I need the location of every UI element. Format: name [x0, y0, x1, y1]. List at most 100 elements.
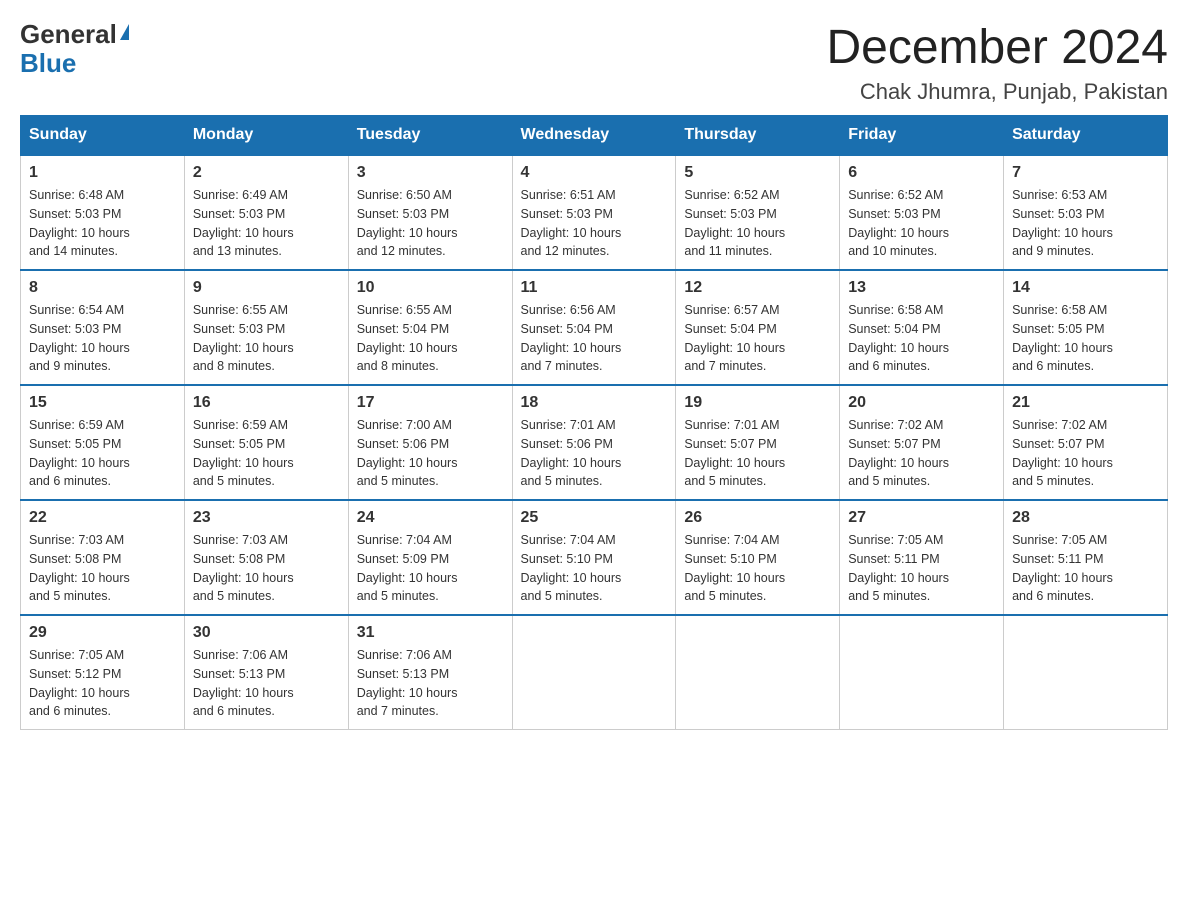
weekday-header-wednesday: Wednesday [512, 116, 676, 156]
day-info: Sunrise: 7:03 AMSunset: 5:08 PMDaylight:… [29, 531, 176, 606]
calendar-day-28: 28 Sunrise: 7:05 AMSunset: 5:11 PMDayligh… [1004, 500, 1168, 615]
calendar-day-6: 6 Sunrise: 6:52 AMSunset: 5:03 PMDaylight… [840, 155, 1004, 270]
day-number: 11 [521, 279, 668, 297]
day-info: Sunrise: 7:05 AMSunset: 5:11 PMDaylight:… [848, 531, 995, 606]
calendar-day-18: 18 Sunrise: 7:01 AMSunset: 5:06 PMDayligh… [512, 385, 676, 500]
day-number: 9 [193, 279, 340, 297]
day-number: 6 [848, 164, 995, 182]
calendar-empty-cell [676, 615, 840, 730]
day-info: Sunrise: 6:58 AMSunset: 5:04 PMDaylight:… [848, 301, 995, 376]
calendar-day-21: 21Sunrise: 7:02 AMSunset: 5:07 PMDayligh… [1004, 385, 1168, 500]
calendar-week-3: 15 Sunrise: 6:59 AMSunset: 5:05 PMDayligh… [21, 385, 1168, 500]
calendar-day-4: 4 Sunrise: 6:51 AMSunset: 5:03 PMDaylight… [512, 155, 676, 270]
day-info: Sunrise: 7:00 AMSunset: 5:06 PMDaylight:… [357, 416, 504, 491]
day-info: Sunrise: 6:50 AMSunset: 5:03 PMDaylight:… [357, 186, 504, 261]
logo-general-word: General [20, 20, 117, 49]
day-info: Sunrise: 6:57 AMSunset: 5:04 PMDaylight:… [684, 301, 831, 376]
day-info: Sunrise: 7:04 AMSunset: 5:10 PMDaylight:… [684, 531, 831, 606]
day-number: 17 [357, 394, 504, 412]
page-header: General Blue December 2024 Chak Jhumra, … [20, 20, 1168, 105]
calendar-week-4: 22 Sunrise: 7:03 AMSunset: 5:08 PMDayligh… [21, 500, 1168, 615]
day-info: Sunrise: 6:48 AMSunset: 5:03 PMDaylight:… [29, 186, 176, 261]
weekday-header-monday: Monday [184, 116, 348, 156]
day-number: 22 [29, 509, 176, 527]
calendar-day-20: 20 Sunrise: 7:02 AMSunset: 5:07 PMDayligh… [840, 385, 1004, 500]
calendar-day-31: 31Sunrise: 7:06 AMSunset: 5:13 PMDayligh… [348, 615, 512, 730]
day-number: 29 [29, 624, 176, 642]
day-info: Sunrise: 6:56 AMSunset: 5:04 PMDaylight:… [521, 301, 668, 376]
logo-arrow-icon [120, 24, 129, 40]
day-number: 12 [684, 279, 831, 297]
day-number: 8 [29, 279, 176, 297]
weekday-header-friday: Friday [840, 116, 1004, 156]
day-number: 3 [357, 164, 504, 182]
day-number: 14 [1012, 279, 1159, 297]
day-info: Sunrise: 7:04 AMSunset: 5:10 PMDaylight:… [521, 531, 668, 606]
calendar-day-27: 27 Sunrise: 7:05 AMSunset: 5:11 PMDayligh… [840, 500, 1004, 615]
day-number: 4 [521, 164, 668, 182]
day-number: 16 [193, 394, 340, 412]
calendar-day-22: 22 Sunrise: 7:03 AMSunset: 5:08 PMDayligh… [21, 500, 185, 615]
calendar-day-3: 3 Sunrise: 6:50 AMSunset: 5:03 PMDaylight… [348, 155, 512, 270]
weekday-header-saturday: Saturday [1004, 116, 1168, 156]
day-info: Sunrise: 6:55 AMSunset: 5:03 PMDaylight:… [193, 301, 340, 376]
calendar-body: 1 Sunrise: 6:48 AMSunset: 5:03 PMDaylight… [21, 155, 1168, 730]
day-number: 19 [684, 394, 831, 412]
day-info: Sunrise: 6:55 AMSunset: 5:04 PMDaylight:… [357, 301, 504, 376]
title-area: December 2024 Chak Jhumra, Punjab, Pakis… [826, 20, 1168, 105]
calendar-week-1: 1 Sunrise: 6:48 AMSunset: 5:03 PMDaylight… [21, 155, 1168, 270]
calendar-day-12: 12 Sunrise: 6:57 AMSunset: 5:04 PMDayligh… [676, 270, 840, 385]
day-number: 18 [521, 394, 668, 412]
day-info: Sunrise: 6:58 AMSunset: 5:05 PMDaylight:… [1012, 301, 1159, 376]
calendar-day-24: 24 Sunrise: 7:04 AMSunset: 5:09 PMDayligh… [348, 500, 512, 615]
day-info: Sunrise: 7:05 AMSunset: 5:12 PMDaylight:… [29, 646, 176, 721]
day-number: 20 [848, 394, 995, 412]
day-info: Sunrise: 6:49 AMSunset: 5:03 PMDaylight:… [193, 186, 340, 261]
calendar-table: SundayMondayTuesdayWednesdayThursdayFrid… [20, 115, 1168, 730]
day-number: 2 [193, 164, 340, 182]
calendar-day-16: 16 Sunrise: 6:59 AMSunset: 5:05 PMDayligh… [184, 385, 348, 500]
calendar-day-7: 7Sunrise: 6:53 AMSunset: 5:03 PMDaylight… [1004, 155, 1168, 270]
day-number: 30 [193, 624, 340, 642]
month-title: December 2024 [826, 20, 1168, 75]
calendar-empty-cell [840, 615, 1004, 730]
calendar-day-25: 25Sunrise: 7:04 AMSunset: 5:10 PMDayligh… [512, 500, 676, 615]
day-number: 28 [1012, 509, 1159, 527]
day-number: 26 [684, 509, 831, 527]
day-number: 10 [357, 279, 504, 297]
calendar-day-19: 19 Sunrise: 7:01 AMSunset: 5:07 PMDayligh… [676, 385, 840, 500]
day-info: Sunrise: 6:59 AMSunset: 5:05 PMDaylight:… [29, 416, 176, 491]
day-number: 5 [684, 164, 831, 182]
day-info: Sunrise: 7:06 AMSunset: 5:13 PMDaylight:… [193, 646, 340, 721]
calendar-day-23: 23Sunrise: 7:03 AMSunset: 5:08 PMDayligh… [184, 500, 348, 615]
day-number: 24 [357, 509, 504, 527]
calendar-day-15: 15 Sunrise: 6:59 AMSunset: 5:05 PMDayligh… [21, 385, 185, 500]
day-info: Sunrise: 7:02 AMSunset: 5:07 PMDaylight:… [848, 416, 995, 491]
calendar-day-26: 26 Sunrise: 7:04 AMSunset: 5:10 PMDayligh… [676, 500, 840, 615]
day-info: Sunrise: 6:53 AMSunset: 5:03 PMDaylight:… [1012, 186, 1159, 261]
day-info: Sunrise: 7:01 AMSunset: 5:07 PMDaylight:… [684, 416, 831, 491]
day-number: 31 [357, 624, 504, 642]
day-info: Sunrise: 7:02 AMSunset: 5:07 PMDaylight:… [1012, 416, 1159, 491]
day-info: Sunrise: 7:01 AMSunset: 5:06 PMDaylight:… [521, 416, 668, 491]
day-number: 1 [29, 164, 176, 182]
day-info: Sunrise: 6:52 AMSunset: 5:03 PMDaylight:… [848, 186, 995, 261]
weekday-header-sunday: Sunday [21, 116, 185, 156]
calendar-week-2: 8Sunrise: 6:54 AMSunset: 5:03 PMDaylight… [21, 270, 1168, 385]
weekday-header-thursday: Thursday [676, 116, 840, 156]
location-title: Chak Jhumra, Punjab, Pakistan [826, 79, 1168, 105]
day-number: 15 [29, 394, 176, 412]
day-info: Sunrise: 7:05 AMSunset: 5:11 PMDaylight:… [1012, 531, 1159, 606]
day-number: 13 [848, 279, 995, 297]
day-number: 27 [848, 509, 995, 527]
logo: General Blue [20, 20, 129, 77]
calendar-day-5: 5Sunrise: 6:52 AMSunset: 5:03 PMDaylight… [676, 155, 840, 270]
weekday-header-tuesday: Tuesday [348, 116, 512, 156]
day-info: Sunrise: 7:03 AMSunset: 5:08 PMDaylight:… [193, 531, 340, 606]
calendar-empty-cell [1004, 615, 1168, 730]
day-info: Sunrise: 7:04 AMSunset: 5:09 PMDaylight:… [357, 531, 504, 606]
day-info: Sunrise: 6:59 AMSunset: 5:05 PMDaylight:… [193, 416, 340, 491]
calendar-day-8: 8Sunrise: 6:54 AMSunset: 5:03 PMDaylight… [21, 270, 185, 385]
calendar-day-9: 9 Sunrise: 6:55 AMSunset: 5:03 PMDaylight… [184, 270, 348, 385]
day-info: Sunrise: 6:51 AMSunset: 5:03 PMDaylight:… [521, 186, 668, 261]
